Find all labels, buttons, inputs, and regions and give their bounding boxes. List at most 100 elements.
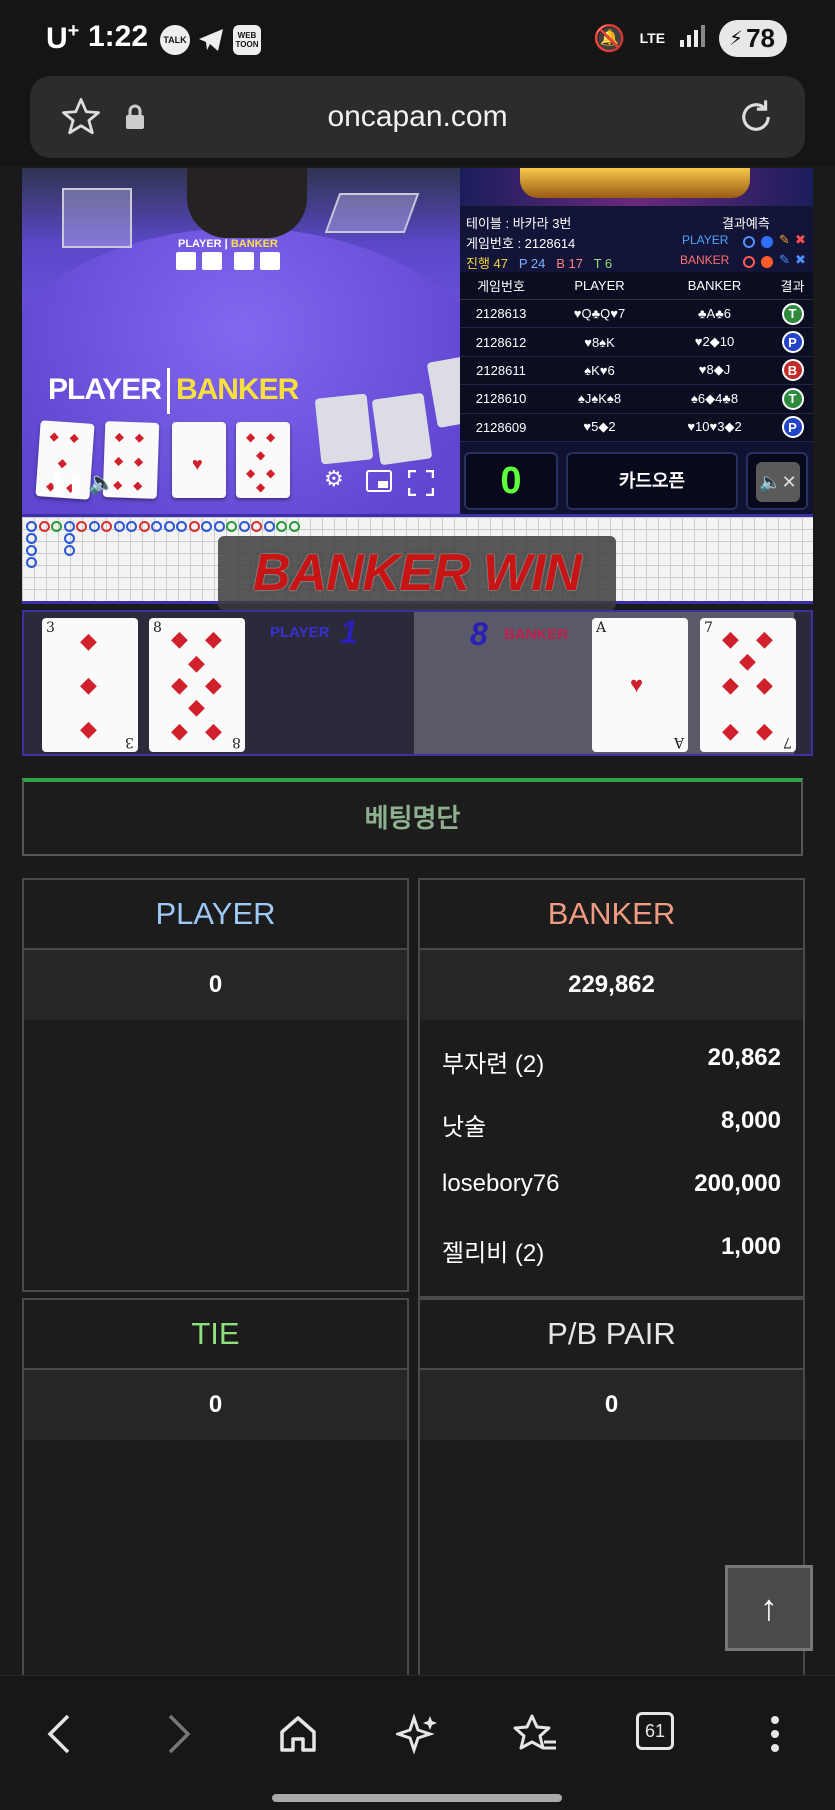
predict-player-hollow[interactable] <box>743 236 755 248</box>
predict-banker-solid[interactable] <box>761 256 773 268</box>
road-bead <box>26 521 37 532</box>
history-game-no: 2128612 <box>475 334 527 350</box>
road-bead <box>288 521 300 532</box>
close-icon[interactable]: ✖ <box>795 232 806 248</box>
history-game-no: 2128613 <box>475 306 527 322</box>
history-player-cards: ♥5◆2 <box>583 419 616 435</box>
reload-icon[interactable] <box>735 96 777 143</box>
fullscreen-icon[interactable] <box>407 469 435 501</box>
progress-stats: 진행 47 P 24 B 17 T 6 <box>466 256 613 271</box>
bettor-name: losebory76 <box>442 1170 560 1197</box>
predict-title: 결과예측 <box>722 216 770 231</box>
road-bead <box>163 521 175 532</box>
road-bead <box>51 521 62 532</box>
history-row: 2128613 ♥Q♣Q♥7 ♣A♣6 T <box>460 300 813 329</box>
betting-list-title: 베팅명단 <box>22 778 803 856</box>
road-bead <box>238 521 250 532</box>
card-open-button[interactable]: 카드오픈 <box>566 452 738 510</box>
pause-icon[interactable]: ❚❚ <box>48 470 85 496</box>
road-bead <box>126 521 137 532</box>
game-number: 게임번호 : 2128614 <box>466 236 576 251</box>
player-bets-column: PLAYER 0 <box>22 878 409 1292</box>
road-bead <box>176 521 187 532</box>
history-game-no: 2128610 <box>475 391 527 407</box>
telegram-icon <box>197 27 225 58</box>
road-bead <box>26 557 37 568</box>
pip-icon[interactable] <box>366 470 392 497</box>
pair-total: 0 <box>420 1370 803 1440</box>
arrow-up-icon: ↑ <box>760 1587 778 1628</box>
bet-row: 낫술 8,000 <box>420 1089 803 1152</box>
signal-icon <box>679 24 706 53</box>
carrier-label: U+ <box>46 20 80 55</box>
tab-switcher-button[interactable]: 61 <box>636 1712 674 1750</box>
road-bead <box>38 521 50 532</box>
banker-score-label: BANKER <box>504 626 569 643</box>
road-bead <box>63 545 75 556</box>
history-banker-cards: ♥8◆J <box>698 362 731 378</box>
banker-card: 7 ◆ ◆ ◆ ◆ ◆ ◆ ◆ 7 <box>700 618 796 752</box>
history-player-cards: ♠J♠K♠8 <box>577 391 622 407</box>
more-menu-icon[interactable] <box>770 1712 780 1766</box>
banker-total: 229,862 <box>420 950 803 1020</box>
address-bar[interactable]: oncapan.com <box>30 76 805 158</box>
bet-amount: 1,000 <box>720 1233 781 1260</box>
player-score-label: PLAYER <box>270 624 330 641</box>
game-info: 테이블 : 바카라 3번 게임번호 : 2128614 진행 47 P 24 B… <box>460 206 813 272</box>
gesture-bar <box>272 1794 562 1802</box>
road-bead <box>251 521 262 532</box>
bet-row: losebory76 200,000 <box>420 1152 803 1215</box>
bet-row: 부자련 (2) 20,862 <box>420 1026 803 1089</box>
pencil-icon[interactable]: ✎ <box>779 232 790 248</box>
player-card: 8 ◆ ◆ ◆ ◆ ◆ ◆ ◆ ◆ 8 <box>149 618 245 752</box>
home-icon[interactable] <box>276 1712 320 1766</box>
game-info-panel: 테이블 : 바카라 3번 게임번호 : 2128614 진행 47 P 24 B… <box>460 168 813 514</box>
settings-gear-icon[interactable]: ⚙ <box>324 466 344 492</box>
tie-total: 0 <box>24 1370 407 1440</box>
close-icon[interactable]: ✖ <box>795 252 806 268</box>
scroll-to-top-button[interactable]: ↑ <box>725 1565 813 1651</box>
road-bead <box>26 533 37 544</box>
history-banker-cards: ♠6◆4♣8 <box>690 390 739 406</box>
player-card: 3 ◆ ◆ ◆ 3 <box>42 618 138 752</box>
panel-banner <box>460 168 813 206</box>
ai-sparkle-icon[interactable] <box>393 1712 440 1766</box>
kakaotalk-icon: TALK <box>160 25 190 55</box>
bettor-name: 낫술 <box>442 1114 487 1141</box>
history-banker-cards: ♥2◆10 <box>694 334 735 350</box>
volume-off-icon[interactable]: 🔈 <box>88 470 115 496</box>
road-bead <box>101 521 112 532</box>
video-card: ◆ ◆ ◆ ◆ ◆ ◆ <box>236 422 290 498</box>
live-video[interactable]: PLAYER | BANKER PLAYER BANKER ◆ ◆ ◆ ◆ ◆ ◆ ◆ ◆ ◆ ◆… <box>22 168 460 514</box>
road-bead <box>226 521 237 532</box>
predict-player-solid[interactable] <box>761 236 773 248</box>
road-bead <box>88 521 100 532</box>
bettor-name: 부자련 (2) <box>442 1051 545 1078</box>
road-bead <box>63 521 75 532</box>
pencil-icon[interactable]: ✎ <box>779 252 790 268</box>
url-text[interactable]: oncapan.com <box>30 100 805 134</box>
banker-bets-column: BANKER 229,862 부자련 (2) 20,862 낫술 8,000 loseb… <box>418 878 805 1298</box>
forward-icon[interactable] <box>164 1712 194 1766</box>
history-player-cards: ♥Q♣Q♥7 <box>573 306 626 322</box>
bet-amount: 200,000 <box>694 1170 781 1197</box>
history-table: 게임번호 PLAYER BANKER 결과 2128613 ♥Q♣Q♥7 ♣A♣6 T… <box>460 272 813 442</box>
banker-column-header: BANKER <box>420 880 803 950</box>
bet-row: 젤리비 (2) 1,000 <box>420 1215 803 1278</box>
bookmarks-icon[interactable] <box>512 1712 558 1766</box>
history-result-badge: P <box>781 416 804 439</box>
history-result-badge: P <box>781 331 804 354</box>
video-pb-label: PLAYER BANKER <box>48 368 299 414</box>
bet-amount: 20,862 <box>707 1044 781 1071</box>
player-total: 0 <box>24 950 407 1020</box>
video-card: ♥ <box>172 422 226 498</box>
road-bead <box>151 521 162 532</box>
panel-controls: 0 카드오픈 🔈✕ <box>460 448 813 514</box>
back-icon[interactable] <box>44 1712 74 1766</box>
history-player-cards: ♥8♠K <box>584 334 615 350</box>
road-bead <box>263 521 275 532</box>
network-label: LTE <box>639 30 666 46</box>
predict-banker-hollow[interactable] <box>743 256 755 268</box>
status-icons: 🔕 LTE ⚡ 78 <box>593 18 787 58</box>
mute-button[interactable]: 🔈✕ <box>746 452 808 510</box>
